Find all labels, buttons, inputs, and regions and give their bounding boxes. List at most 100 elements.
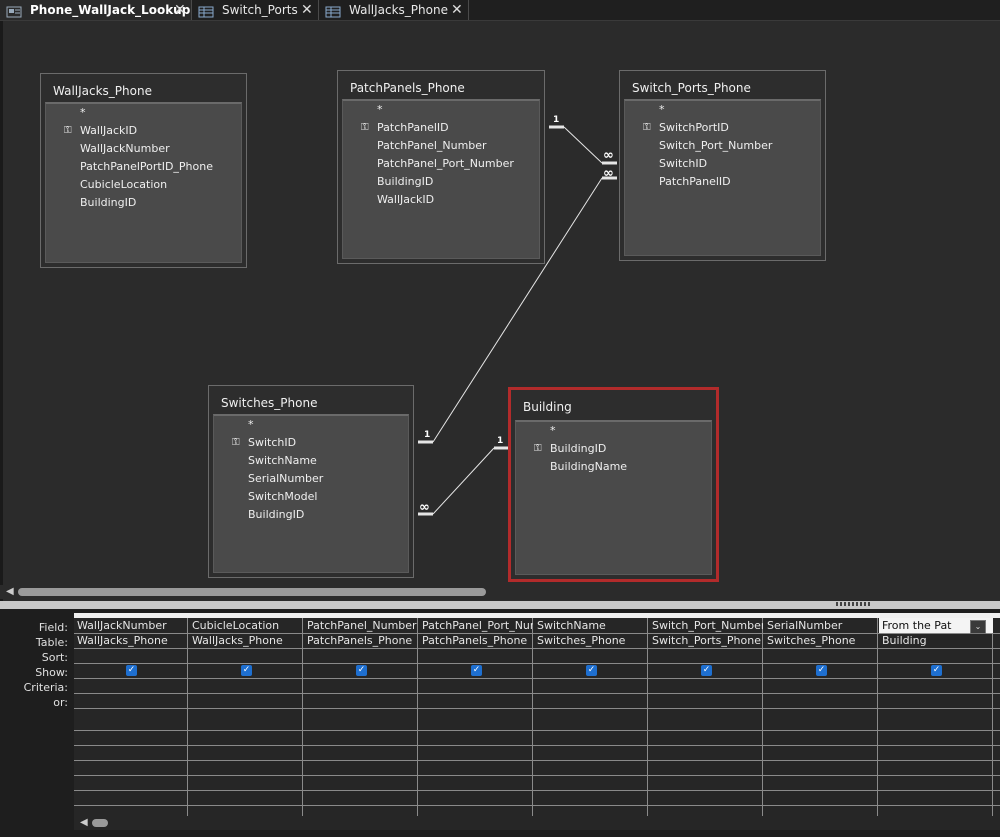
grid-column[interactable]: Switch_Port_Number Switch_Ports_Phone ✓	[649, 618, 763, 816]
table-cell[interactable]: Switches_Phone	[764, 633, 878, 648]
field-all[interactable]: *	[80, 104, 86, 122]
field-item[interactable]: BuildingID	[550, 440, 606, 458]
field-cell[interactable]: SwitchName	[534, 618, 648, 633]
scroll-left-icon[interactable]: ◀	[6, 586, 14, 597]
field-cell[interactable]: Switch_Port_Number	[649, 618, 763, 633]
table-cell[interactable]: WallJacks_Phone	[189, 633, 303, 648]
grid-column[interactable]: SwitchName Switches_Phone ✓	[534, 618, 648, 816]
field-item[interactable]: PatchPanel_Number	[377, 137, 487, 155]
grid-column[interactable]: WallJackNumber WallJacks_Phone ✓	[74, 618, 188, 816]
field-item[interactable]: PatchPanel_Port_Number	[377, 155, 514, 173]
field-cell[interactable]: PatchPanel_Port_Num	[419, 618, 533, 633]
field-item[interactable]: WallJackID	[80, 122, 137, 140]
tab-label: WallJacks_Phone	[349, 3, 448, 17]
close-icon[interactable]: ✕	[301, 0, 313, 20]
field-item[interactable]: SerialNumber	[248, 470, 323, 488]
table-walljacks-phone[interactable]: WallJacks_Phone * ⚿ WallJackID WallJackN…	[40, 73, 247, 268]
scrollbar-thumb[interactable]	[18, 588, 486, 596]
show-checkbox[interactable]: ✓	[931, 665, 942, 676]
grid-column[interactable]: PatchPanel_Port_Num PatchPanels_Phone ✓	[419, 618, 533, 816]
field-cell[interactable]: WallJackNumber	[74, 618, 188, 633]
field-cell[interactable]: SerialNumber	[764, 618, 878, 633]
show-checkbox[interactable]: ✓	[586, 665, 597, 676]
tab-label: Phone_WallJack_Lookup	[30, 3, 191, 17]
field-item[interactable]: PatchPanelID	[377, 119, 449, 137]
field-cell[interactable]: CubicleLocation	[189, 618, 303, 633]
field-cell[interactable]: PatchPanel_Number	[304, 618, 418, 633]
row-label-table: Table:	[35, 636, 68, 649]
close-icon[interactable]: ✕	[174, 0, 186, 20]
tab-label: Switch_Ports	[222, 3, 298, 17]
query-design-grid: Field: Table: Sort: Show: Criteria: or: …	[0, 609, 1000, 837]
field-list[interactable]: * ⚿ BuildingID BuildingName	[515, 420, 712, 575]
grid-column[interactable]: From the Pat ⌄ Building ✓	[879, 618, 993, 816]
field-list[interactable]: * ⚿ PatchPanelID PatchPanel_Number Patch…	[342, 99, 540, 259]
splitter-grip-icon[interactable]	[836, 602, 872, 606]
tab-switch-ports[interactable]: Switch_Ports ✕	[192, 0, 319, 20]
field-list[interactable]: * ⚿ WallJackID WallJackNumber PatchPanel…	[45, 102, 242, 263]
row-label-sort: Sort:	[41, 651, 68, 664]
row-label-field: Field:	[38, 621, 68, 634]
field-item[interactable]: SwitchName	[248, 452, 317, 470]
show-checkbox[interactable]: ✓	[126, 665, 137, 676]
field-item[interactable]: WallJackID	[377, 191, 434, 209]
show-checkbox[interactable]: ✓	[701, 665, 712, 676]
field-item[interactable]: BuildingID	[80, 194, 136, 212]
field-item[interactable]: Switch_Port_Number	[659, 137, 772, 155]
scroll-left-icon[interactable]: ◀	[80, 817, 88, 828]
grid-column[interactable]: SerialNumber Switches_Phone ✓	[764, 618, 878, 816]
table-patchpanels-phone[interactable]: PatchPanels_Phone * ⚿ PatchPanelID Patch…	[337, 70, 545, 264]
field-item[interactable]: PatchPanelPortID_Phone	[80, 158, 213, 176]
row-label-criteria: Criteria:	[23, 681, 68, 694]
field-list[interactable]: * ⚿ SwitchPortID Switch_Port_Number Swit…	[624, 99, 821, 256]
field-item[interactable]: SwitchID	[659, 155, 707, 173]
chevron-down-icon[interactable]: ⌄	[970, 620, 986, 634]
field-item[interactable]: BuildingName	[550, 458, 627, 476]
field-item[interactable]: SwitchPortID	[659, 119, 729, 137]
grid-column[interactable]: PatchPanel_Number PatchPanels_Phone ✓	[304, 618, 418, 816]
design-horizontal-scrollbar[interactable]: ◀	[0, 585, 1000, 599]
table-cell[interactable]: Switch_Ports_Phone	[649, 633, 763, 648]
query-design-surface[interactable]: 1 ∞ ∞ 1 ∞ 1 WallJacks_Phone * ⚿ WallJack…	[0, 21, 1000, 601]
row-label-show: Show:	[35, 666, 68, 679]
show-checkbox[interactable]: ✓	[816, 665, 827, 676]
primary-key-icon: ⚿	[232, 437, 240, 448]
table-switch-ports-phone[interactable]: Switch_Ports_Phone * ⚿ SwitchPortID Swit…	[619, 70, 826, 261]
grid-horizontal-scrollbar[interactable]: ◀	[74, 816, 1000, 830]
table-cell[interactable]: Switches_Phone	[534, 633, 648, 648]
table-cell[interactable]: PatchPanels_Phone	[419, 633, 533, 648]
field-all[interactable]: *	[377, 101, 383, 119]
table-title: Switch_Ports_Phone	[632, 81, 751, 95]
primary-key-icon: ⚿	[361, 122, 369, 133]
field-all[interactable]: *	[248, 416, 254, 434]
show-checkbox[interactable]: ✓	[241, 665, 252, 676]
field-item[interactable]: WallJackNumber	[80, 140, 170, 158]
field-item[interactable]: PatchPanelID	[659, 173, 731, 191]
table-cell[interactable]: PatchPanels_Phone	[304, 633, 418, 648]
field-item[interactable]: SwitchID	[248, 434, 296, 452]
close-icon[interactable]: ✕	[451, 0, 463, 20]
primary-key-icon: ⚿	[534, 443, 542, 454]
table-title: PatchPanels_Phone	[350, 81, 465, 95]
pane-splitter[interactable]	[0, 601, 1000, 609]
field-item[interactable]: BuildingID	[248, 506, 304, 524]
show-checkbox[interactable]: ✓	[356, 665, 367, 676]
field-item[interactable]: SwitchModel	[248, 488, 317, 506]
table-cell[interactable]: Building	[879, 633, 993, 648]
field-item[interactable]: BuildingID	[377, 173, 433, 191]
tab-walljacks-phone[interactable]: WallJacks_Phone ✕	[319, 0, 469, 20]
field-list[interactable]: * ⚿ SwitchID SwitchName SerialNumber Swi…	[213, 414, 409, 573]
table-building[interactable]: Building * ⚿ BuildingID BuildingName	[508, 387, 719, 582]
field-all[interactable]: *	[550, 422, 556, 440]
tab-phone-walljack-lookup[interactable]: Phone_WallJack_Lookup ✕	[0, 0, 192, 20]
field-all[interactable]: *	[659, 101, 665, 119]
table-cell[interactable]: WallJacks_Phone	[74, 633, 188, 648]
table-switches-phone[interactable]: Switches_Phone * ⚿ SwitchID SwitchName S…	[208, 385, 414, 578]
scrollbar-thumb[interactable]	[92, 819, 108, 827]
relationship-one-label: 1	[497, 436, 504, 446]
row-label-or: or:	[53, 696, 68, 709]
relationship-one-label: 1	[424, 430, 431, 440]
show-checkbox[interactable]: ✓	[471, 665, 482, 676]
field-item[interactable]: CubicleLocation	[80, 176, 167, 194]
grid-column[interactable]: CubicleLocation WallJacks_Phone ✓	[189, 618, 303, 816]
